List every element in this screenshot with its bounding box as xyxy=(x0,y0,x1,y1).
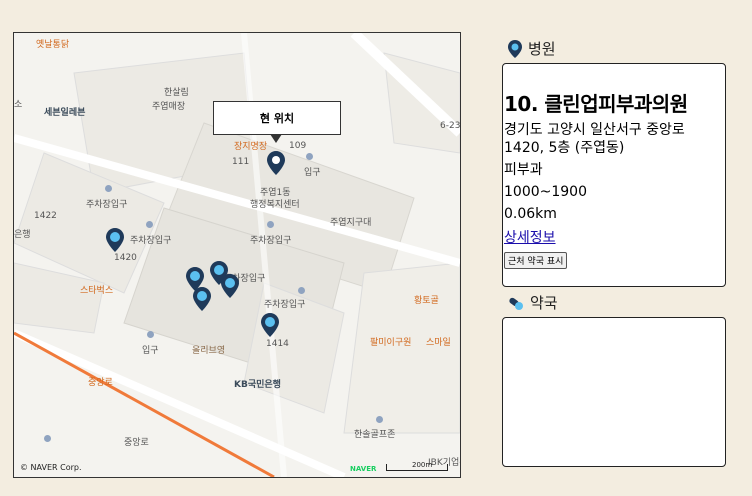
hospital-marker[interactable] xyxy=(193,287,211,311)
poi-dot xyxy=(376,416,383,423)
map-label: 중앙로 xyxy=(88,378,113,388)
map-label: 109 xyxy=(289,141,307,151)
map-label: 중앙로 xyxy=(124,438,149,448)
map-label: 소 xyxy=(14,100,23,110)
map-label: 1420 xyxy=(114,253,137,263)
map-pin-icon xyxy=(508,39,522,58)
map-label: 주차장입구 xyxy=(86,200,128,210)
hospital-marker[interactable] xyxy=(106,228,124,252)
pharmacy-section-title: 약국 xyxy=(508,292,558,313)
naver-logo: NAVER xyxy=(350,465,377,473)
map-label: 주엽매장 xyxy=(152,102,186,112)
detail-link[interactable]: 상세정보 xyxy=(504,227,725,247)
map-label: 세븐일레븐 xyxy=(44,108,86,118)
show-nearby-pharmacy-button[interactable]: 근처 약국 표시 xyxy=(504,252,568,269)
scale-label: 200m xyxy=(412,461,433,469)
pharmacy-info-panel xyxy=(502,317,726,467)
hospital-hours: 1000~1900 xyxy=(504,184,587,200)
hospital-title-text: 병원 xyxy=(528,40,556,58)
map-label: 주차장입구 xyxy=(130,236,172,246)
pharmacy-title-text: 약국 xyxy=(530,294,558,312)
map-label: 1422 xyxy=(34,211,57,221)
map-label: 옛날통닭 xyxy=(36,40,70,50)
map-label: 은행 xyxy=(14,230,31,240)
hospital-section-title: 병원 xyxy=(508,38,556,59)
map-copyright: © NAVER Corp. xyxy=(20,463,82,472)
map-label: 황토골 xyxy=(414,296,439,306)
hospital-address: 경기도 고양시 일산서구 중앙로 1420, 5층 (주엽동) xyxy=(504,122,685,156)
hospital-marker[interactable] xyxy=(261,313,279,337)
map-label: 주엽지구대 xyxy=(330,218,372,228)
map-label: 1414 xyxy=(266,339,289,349)
map-label: 111 xyxy=(232,157,250,167)
map-label: 행정복지센터 xyxy=(250,200,300,210)
poi-dot xyxy=(105,185,112,192)
hospital-info-panel: 10. 클린업피부과의원 경기도 고양시 일산서구 중앙로 1420, 5층 (… xyxy=(502,63,726,287)
map-label: 스타벅스 xyxy=(80,286,114,296)
map-label: 장지명장 xyxy=(234,142,268,152)
current-location-callout: 현 위치 xyxy=(213,101,341,143)
map-label: 한솔골프존 xyxy=(354,430,396,440)
poi-dot xyxy=(44,435,51,442)
hospital-distance: 0.06km xyxy=(504,206,557,222)
map-label: 주차장입구 xyxy=(250,236,292,246)
poi-dot xyxy=(298,287,305,294)
poi-dot xyxy=(306,153,313,160)
hospital-name: 10. 클린업피부과의원 xyxy=(504,92,688,116)
map-label: 입구 xyxy=(142,346,159,356)
map-label: 주차장입구 xyxy=(264,300,306,310)
map-label: 팔미이구원 xyxy=(370,338,412,348)
current-location-marker[interactable] xyxy=(267,151,285,175)
hospital-marker[interactable] xyxy=(221,274,239,298)
poi-dot xyxy=(147,331,154,338)
map-background xyxy=(14,33,460,477)
poi-dot xyxy=(267,221,274,228)
poi-dot xyxy=(146,221,153,228)
map-label: 한살림 xyxy=(164,88,189,98)
map-view[interactable]: 옛날통닭 소 한살림 주엽매장 세븐일레븐 장지명장 111 109 입구 주엽… xyxy=(13,32,461,478)
map-label: 올리브영 xyxy=(192,346,226,356)
map-label: 스마일 xyxy=(426,338,451,348)
map-label: KB국민은행 xyxy=(234,380,281,390)
map-label: 6-23 xyxy=(440,121,461,131)
pill-icon xyxy=(509,297,523,310)
map-label: 입구 xyxy=(304,168,321,178)
hospital-department: 피부과 xyxy=(504,162,543,178)
